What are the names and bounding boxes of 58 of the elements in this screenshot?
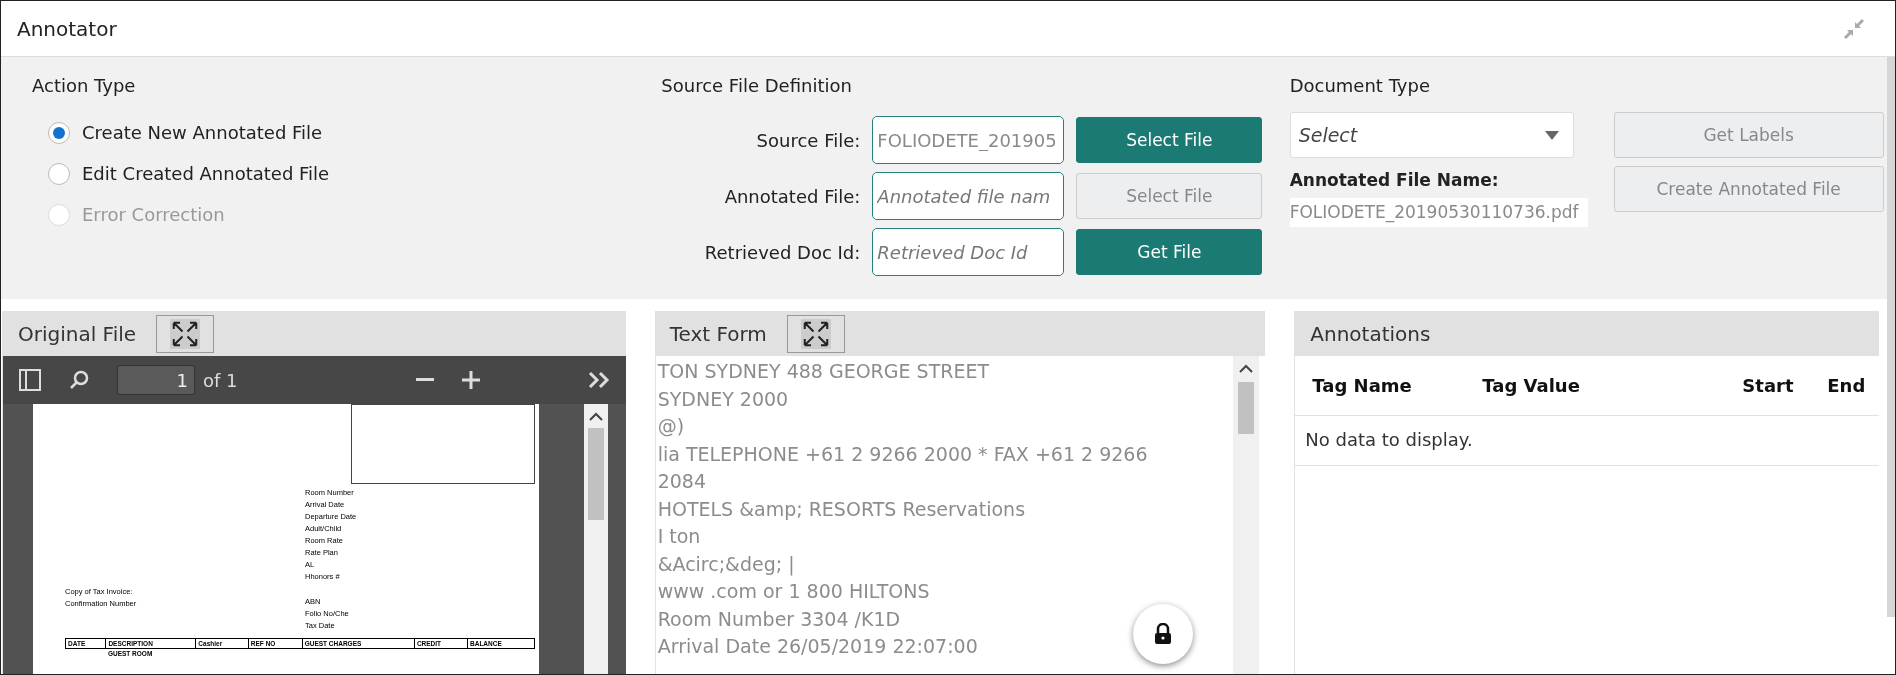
input-field[interactable]: Retrieved Doc Id [872, 228, 1065, 276]
text-line: lia TELEPHONE +61 2 9266 2000 * FAX +61 2 9266 [657, 442, 1148, 467]
panel-title: Text Form [669, 321, 767, 346]
empty-message: No data to display. [1295, 416, 1879, 466]
text-line: &Acirc;&deg; | [657, 552, 795, 578]
scroll-up-icon[interactable] [588, 412, 603, 422]
action-button[interactable]: Get File [1076, 229, 1263, 275]
expand-button[interactable] [786, 314, 845, 353]
field-label: Source File: [755, 129, 861, 151]
lock-icon [1154, 623, 1173, 645]
text-line: 2084 [657, 470, 706, 494]
column-header: Tag Value [1482, 375, 1581, 396]
dropdown-caret-icon [1544, 130, 1559, 140]
radio-button[interactable] [48, 162, 70, 185]
section-heading: Action Type [32, 75, 137, 96]
text-line: www .com or 1 800 HILTONS [657, 580, 930, 604]
expand-button[interactable] [156, 314, 215, 353]
column-header: End [1827, 375, 1867, 396]
document-type-select[interactable]: Select [1289, 112, 1574, 158]
scrollbar[interactable] [1887, 57, 1895, 617]
lock-button[interactable] [1133, 604, 1194, 664]
input-field[interactable]: FOLIODETE_201905 [872, 116, 1065, 164]
radio-label[interactable]: Create New Annotated File [82, 122, 323, 143]
field-label: Annotated File Name: [1289, 170, 1500, 190]
expand-icon [800, 318, 831, 349]
zoom-out-icon[interactable] [415, 378, 434, 382]
double-chevron-icon[interactable] [587, 371, 610, 389]
section-heading: Source File Definition [660, 75, 853, 96]
scrollbar-thumb[interactable] [1238, 382, 1255, 434]
text-line: I ton [657, 525, 701, 549]
text-line: Arrival Date 26/05/2019 22:07:00 [657, 635, 978, 659]
action-button[interactable]: Select File [1076, 117, 1263, 163]
zoom-in-icon[interactable] [461, 371, 480, 389]
file-name: FOLIODETE_20190530110736.pdf [1289, 198, 1588, 227]
sidebar-toggle-icon[interactable] [19, 369, 41, 391]
expand-icon [170, 318, 201, 349]
panel-title: Annotations [1310, 321, 1431, 346]
column-header: Tag Name [1312, 375, 1413, 396]
section-heading: Document Type [1289, 75, 1431, 96]
text-line: HOTELS &amp; RESORTS Reservations [657, 497, 1026, 522]
panel-title: Original File [18, 321, 137, 346]
scroll-up-icon[interactable] [1239, 364, 1254, 374]
page-count: of 1 [203, 369, 238, 391]
search-icon[interactable] [69, 370, 89, 390]
radio-label[interactable]: Edit Created Annotated File [82, 163, 330, 184]
text-line: SYDNEY 2000 [657, 387, 789, 412]
radio-button[interactable] [48, 121, 70, 144]
field-label: Retrieved Doc Id: [703, 241, 861, 263]
scrollbar[interactable] [583, 404, 608, 674]
column-header: Start [1742, 375, 1795, 396]
field-label: Annotated File: [723, 185, 861, 207]
text-line: TON SYDNEY 488 GEORGE STREET [657, 360, 990, 384]
page-number-field[interactable]: 1 [117, 365, 195, 395]
window-title: Annotator [17, 16, 117, 41]
text-line: Room Number 3304 /K1D [657, 607, 901, 632]
scrollbar-thumb[interactable] [587, 428, 604, 520]
scrollbar[interactable] [1233, 356, 1260, 674]
text-line: @) [657, 415, 685, 439]
